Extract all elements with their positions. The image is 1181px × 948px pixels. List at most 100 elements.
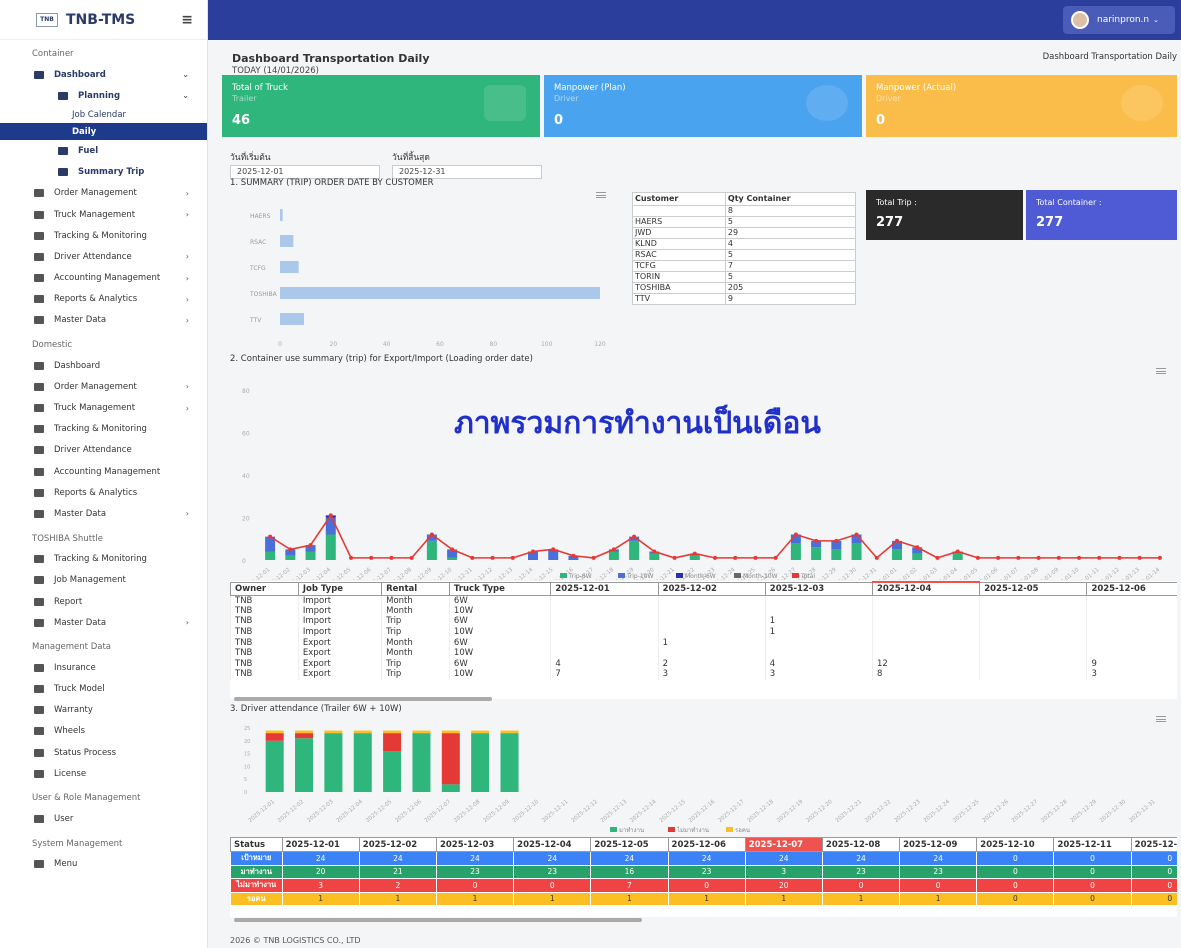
sidebar-item-order-management[interactable]: Order Management › — [0, 183, 207, 204]
sidebar-item-master-data[interactable]: Master Data › — [0, 503, 207, 524]
sidebar-item-status-process[interactable]: Status Process — [0, 742, 207, 763]
chevron-right-icon: › — [185, 509, 189, 519]
col-header: 2025-12-09 — [899, 837, 978, 852]
sidebar-item-report[interactable]: Report — [0, 591, 207, 612]
col-header: 2025-12-04 — [513, 837, 592, 852]
table-cell — [1086, 616, 1177, 627]
bar-segment — [295, 733, 314, 739]
category-label: RSAC — [250, 239, 266, 246]
bar-segment — [265, 733, 284, 741]
sidebar-item-tracking-monitoring[interactable]: Tracking & Monitoring — [0, 549, 207, 570]
table-row: RSAC 5 — [632, 249, 857, 261]
hamburger-menu-icon[interactable]: ≡ — [181, 12, 193, 28]
sidebar-item-fuel[interactable]: Fuel — [0, 140, 207, 161]
sidebar-item-driver-attendance[interactable]: Driver Attendance › — [0, 246, 207, 267]
bar-segment — [649, 553, 660, 560]
tick-label: 0 — [278, 341, 282, 348]
id-icon — [34, 769, 44, 778]
tick-label: 15 — [244, 752, 250, 758]
sidebar-item-order-management[interactable]: Order Management › — [0, 376, 207, 397]
sidebar-section-title: Domestic — [32, 340, 73, 351]
table-cell: TCFG — [632, 260, 726, 272]
status-cell: 0 — [1053, 851, 1132, 866]
bar-segment — [447, 557, 458, 560]
breadcrumb[interactable]: Dashboard Transportation Daily — [1043, 52, 1177, 62]
table-cell — [550, 637, 659, 648]
legend-swatch — [792, 573, 799, 578]
sidebar-item-truck-management[interactable]: Truck Management › — [0, 397, 207, 418]
status-cell: 24 — [435, 851, 515, 866]
status-table-wrap[interactable]: Status 2025-12-01 2025-12-02 2025-12-03 2025… — [230, 837, 1177, 917]
table-cell: TNB — [230, 669, 299, 680]
table-row: TNB Import Trip 10W 1 — [230, 626, 1177, 638]
sidebar-item-menu[interactable]: Menu — [0, 854, 207, 875]
sidebar-item-job-calendar[interactable]: Job Calendar — [0, 106, 207, 123]
status-cell: 0 — [899, 878, 978, 893]
user-menu[interactable]: narinpron.n ⌄ — [1063, 6, 1175, 34]
sidebar-item-driver-attendance[interactable]: Driver Attendance — [0, 440, 207, 461]
clipboard-icon — [34, 663, 44, 672]
line-point — [652, 549, 657, 554]
job-table-wrap[interactable]: Owner Job Type Rental Truck Type 2025-12-01 2… — [230, 581, 1177, 699]
chevron-right-icon: › — [185, 618, 189, 628]
sidebar-item-license[interactable]: License — [0, 763, 207, 784]
sidebar-item-dashboard[interactable]: Dashboard — [0, 355, 207, 376]
sidebar-item-warranty[interactable]: Warranty — [0, 700, 207, 721]
sidebar-item-accounting-management[interactable]: Accounting Management › — [0, 268, 207, 289]
sidebar-item-truck-model[interactable]: Truck Model — [0, 679, 207, 700]
table-cell — [550, 626, 659, 638]
sidebar-item-truck-management[interactable]: Truck Management › — [0, 204, 207, 225]
table-cell — [871, 595, 980, 606]
sidebar-item-wheels[interactable]: Wheels — [0, 721, 207, 742]
clipboard-icon — [34, 189, 44, 198]
tick-label: 2025-12-01 — [248, 799, 276, 824]
sidebar-item-dashboard[interactable]: Dashboard ⌄ — [0, 64, 207, 85]
col-header: 2025-12-06 — [1086, 581, 1177, 596]
table-cell — [979, 616, 1087, 627]
sidebar-item-daily[interactable]: Daily — [0, 123, 207, 141]
sidebar-nav: Container Dashboard ⌄ Planning ⌄ Job Calendar… — [0, 44, 207, 875]
status-cell: 0 — [435, 878, 515, 893]
table-cell — [979, 647, 1087, 659]
sidebar-item-reports-analytics[interactable]: Reports & Analytics › — [0, 289, 207, 310]
end-date-input[interactable]: 2025-12-31 — [392, 165, 542, 179]
col-header: Truck Type — [448, 581, 552, 596]
horizontal-scrollbar[interactable] — [234, 918, 642, 922]
table-cell: Export — [297, 658, 382, 670]
sidebar-item-planning[interactable]: Planning ⌄ — [0, 85, 207, 106]
col-header: Qty Container — [724, 192, 857, 206]
line-point — [874, 555, 879, 560]
sidebar-item-master-data[interactable]: Master Data › — [0, 612, 207, 633]
sidebar-item-label: License — [54, 768, 87, 779]
sidebar-item-tracking-monitoring[interactable]: Tracking & Monitoring — [0, 225, 207, 246]
start-date-input[interactable]: 2025-12-01 — [230, 165, 380, 179]
sidebar-item-user[interactable]: User — [0, 808, 207, 829]
col-header: 2025-12-04 — [871, 581, 981, 596]
bar-segment — [285, 555, 296, 560]
table-cell — [657, 626, 766, 638]
monitor-icon — [34, 555, 44, 564]
bar-segment — [790, 543, 801, 560]
line-point — [429, 532, 434, 537]
sidebar-item-tracking-monitoring[interactable]: Tracking & Monitoring — [0, 419, 207, 440]
app-logo[interactable]: TNB TNB-TMS ≡ — [0, 0, 207, 40]
col-header: Status — [230, 837, 283, 852]
sidebar-item-accounting-management[interactable]: Accounting Management — [0, 461, 207, 482]
legend-swatch — [618, 573, 625, 578]
sidebar-item-summary-trip[interactable]: Summary Trip — [0, 162, 207, 183]
status-label: มาทำงาน — [230, 864, 283, 879]
table-cell — [871, 605, 980, 617]
tick-label: 100 — [541, 341, 553, 348]
status-cell: 20 — [744, 878, 823, 893]
horizontal-scrollbar[interactable] — [234, 697, 492, 701]
sidebar-item-job-management[interactable]: Job Management — [0, 570, 207, 591]
category-label: TTV — [249, 317, 262, 324]
sidebar-item-insurance[interactable]: Insurance — [0, 657, 207, 678]
line-point — [915, 545, 920, 550]
sidebar-item-master-data[interactable]: Master Data › — [0, 310, 207, 331]
sidebar-item-label: Tracking & Monitoring — [54, 554, 147, 565]
table-row: TOSHIBA 205 — [632, 282, 857, 294]
bar-segment — [471, 730, 490, 734]
bar-segment — [471, 733, 490, 792]
sidebar-item-reports-analytics[interactable]: Reports & Analytics — [0, 482, 207, 503]
